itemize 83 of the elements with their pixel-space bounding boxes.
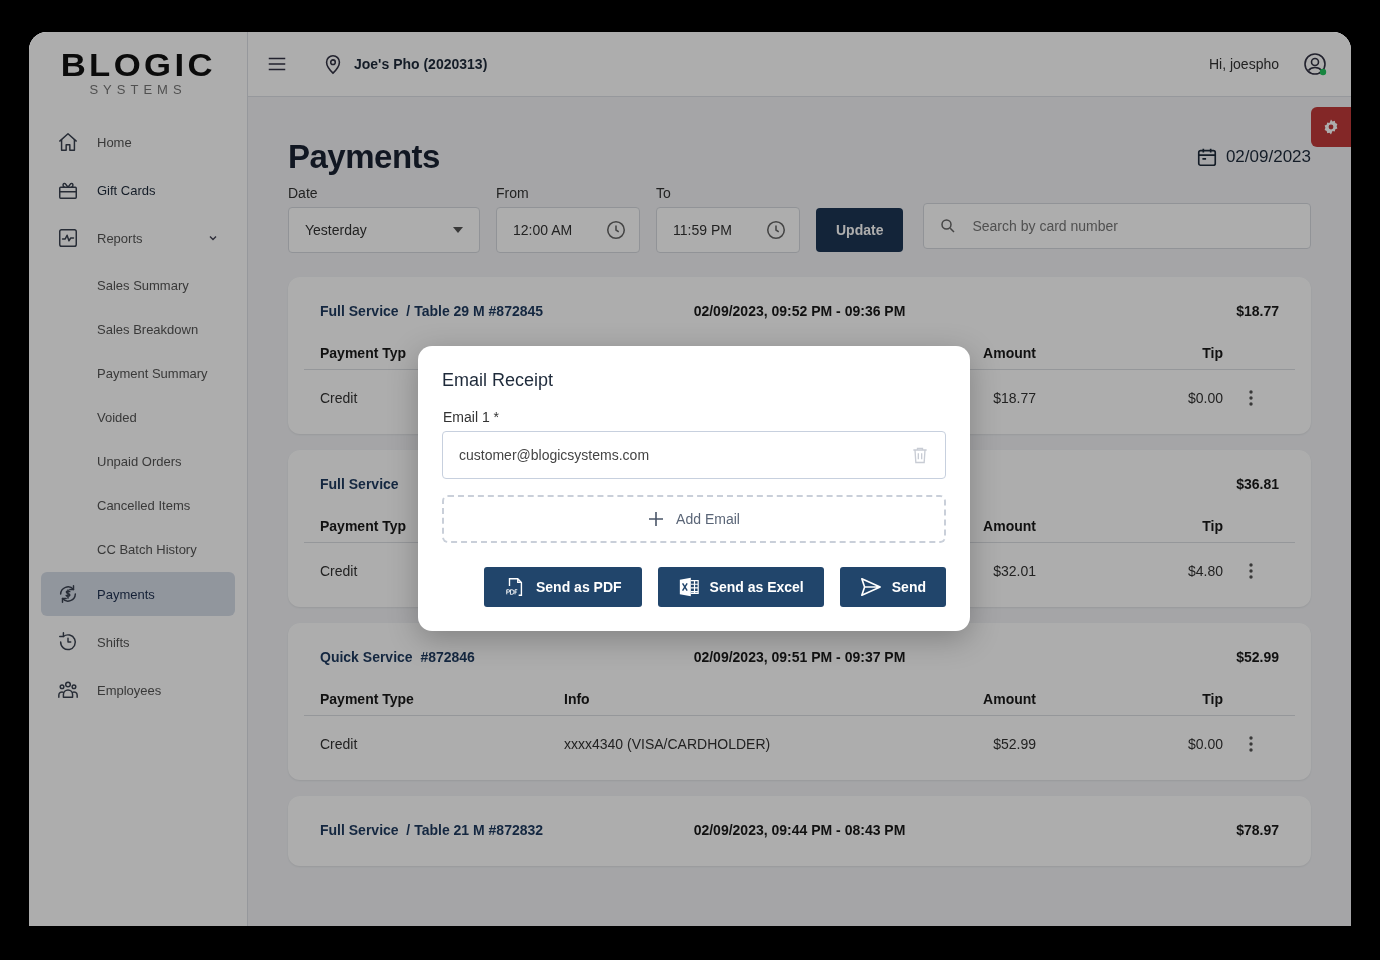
column-header: Payment Type bbox=[320, 691, 415, 707]
column-header: Info bbox=[564, 691, 591, 707]
sidebar-subitem[interactable]: CC Batch History bbox=[41, 528, 235, 572]
sidebar-item[interactable]: Reports bbox=[41, 216, 235, 260]
calendar-icon bbox=[1195, 146, 1218, 168]
order-time: 02/09/2023, 09:52 PM - 09:36 PM bbox=[693, 303, 906, 319]
field-label: To bbox=[656, 185, 672, 201]
caret-icon bbox=[453, 227, 463, 233]
date-dropdown[interactable]: Yesterday bbox=[288, 207, 480, 253]
sidebar-item[interactable]: Shifts bbox=[41, 620, 235, 664]
field-label: Email 1 * bbox=[442, 409, 501, 425]
settings-button[interactable] bbox=[1311, 107, 1351, 147]
paper-plane-icon bbox=[859, 576, 882, 598]
email-input-field[interactable]: customer@blogicsystems.com bbox=[442, 431, 946, 479]
order-total: $36.81 bbox=[1235, 476, 1279, 492]
page-title: Payments bbox=[288, 138, 441, 176]
sidebar-item[interactable]: Employees bbox=[41, 668, 235, 712]
plus-icon bbox=[648, 511, 665, 527]
order-title: Quick Service #872846 bbox=[320, 649, 476, 665]
home-icon bbox=[57, 131, 79, 153]
order-title: Full Service bbox=[320, 476, 400, 492]
order-total: $52.99 bbox=[1235, 649, 1279, 665]
update-button[interactable]: Update bbox=[816, 208, 904, 252]
more-options-icon[interactable] bbox=[1249, 736, 1253, 752]
clock-icon bbox=[605, 219, 627, 241]
add-email-button[interactable]: Add Email bbox=[442, 495, 946, 543]
table-cell-text: $52.99 bbox=[992, 736, 1036, 752]
column-header: Payment Typ bbox=[320, 345, 408, 361]
sidebar-subitem[interactable]: Voided bbox=[41, 396, 235, 440]
settings-icon bbox=[1322, 118, 1340, 136]
column-header: Amount bbox=[982, 518, 1036, 534]
logo-wordmark: BLOGIC bbox=[60, 50, 216, 82]
sidebar-item[interactable]: Home bbox=[41, 120, 235, 164]
table-cell-text: $0.00 bbox=[1186, 736, 1223, 752]
column-header: Payment Typ bbox=[320, 518, 408, 534]
search-field[interactable]: Search by card number bbox=[923, 203, 1311, 249]
sidebar-subitem[interactable]: Payment Summary bbox=[41, 352, 235, 396]
chart-icon bbox=[57, 227, 79, 249]
time-field[interactable]: 12:00 AM bbox=[496, 207, 640, 253]
time-field[interactable]: 11:59 PM bbox=[656, 207, 800, 253]
order-total: $18.77 bbox=[1235, 303, 1279, 319]
column-header: Tip bbox=[1201, 691, 1223, 707]
more-options-icon[interactable] bbox=[1249, 390, 1253, 406]
field-label: Date bbox=[288, 185, 319, 201]
location-name: Joe's Pho (2020313) bbox=[354, 56, 488, 72]
sidebar-subitem[interactable]: Sales Summary bbox=[41, 264, 235, 308]
send-excel-button[interactable]: Send as Excel bbox=[657, 567, 824, 607]
logo-tagline: SYSTEMS bbox=[89, 82, 187, 98]
table-cell-text: $0.00 bbox=[1186, 390, 1223, 406]
current-date: 02/09/2023 bbox=[1225, 147, 1311, 167]
table-cell-text: $4.80 bbox=[1186, 563, 1223, 579]
clock-icon bbox=[765, 219, 787, 241]
table-cell-text: $18.77 bbox=[992, 390, 1036, 406]
dollar-cycle-icon bbox=[57, 583, 79, 605]
spreadsheet-icon bbox=[677, 576, 700, 598]
people-icon bbox=[57, 679, 79, 701]
sidebar-subitem[interactable]: Cancelled Items bbox=[41, 484, 235, 528]
send-button[interactable]: Send bbox=[839, 567, 946, 607]
order-title: Full Service / Table 21 M #872832 bbox=[320, 822, 545, 838]
sidebar-item[interactable]: Payments bbox=[41, 572, 235, 616]
column-header: Tip bbox=[1201, 345, 1223, 361]
sidebar-subitem[interactable]: Sales Breakdown bbox=[41, 308, 235, 352]
field-label: From bbox=[496, 185, 530, 201]
order-total: $78.97 bbox=[1235, 822, 1279, 838]
send-pdf-button[interactable]: Send as PDF bbox=[484, 567, 642, 607]
table-cell-text: Credit bbox=[320, 390, 359, 406]
order-time: 02/09/2023, 09:51 PM - 09:37 PM bbox=[693, 649, 906, 665]
table-cell-text: Credit bbox=[320, 563, 359, 579]
user-avatar-icon[interactable] bbox=[1303, 52, 1327, 76]
more-options-icon[interactable] bbox=[1249, 563, 1253, 579]
clock-cycle-icon bbox=[57, 631, 79, 653]
order-time: 02/09/2023, 09:44 PM - 08:43 PM bbox=[693, 822, 906, 838]
sidebar-subitem[interactable]: Unpaid Orders bbox=[41, 440, 235, 484]
greeting-text: Hi, joespho bbox=[1208, 56, 1279, 72]
table-cell-text: $32.01 bbox=[992, 563, 1036, 579]
column-header: Amount bbox=[982, 345, 1036, 361]
table-cell-text: xxxx4340 (VISA/CARDHOLDER) bbox=[564, 736, 772, 752]
column-header: Amount bbox=[982, 691, 1036, 707]
column-header: Tip bbox=[1201, 518, 1223, 534]
dialog-title: Email Receipt bbox=[442, 370, 555, 391]
sidebar-item[interactable]: Gift Cards bbox=[41, 168, 235, 212]
order-title: Full Service / Table 29 M #872845 bbox=[320, 303, 545, 319]
table-cell-text: Credit bbox=[320, 736, 359, 752]
